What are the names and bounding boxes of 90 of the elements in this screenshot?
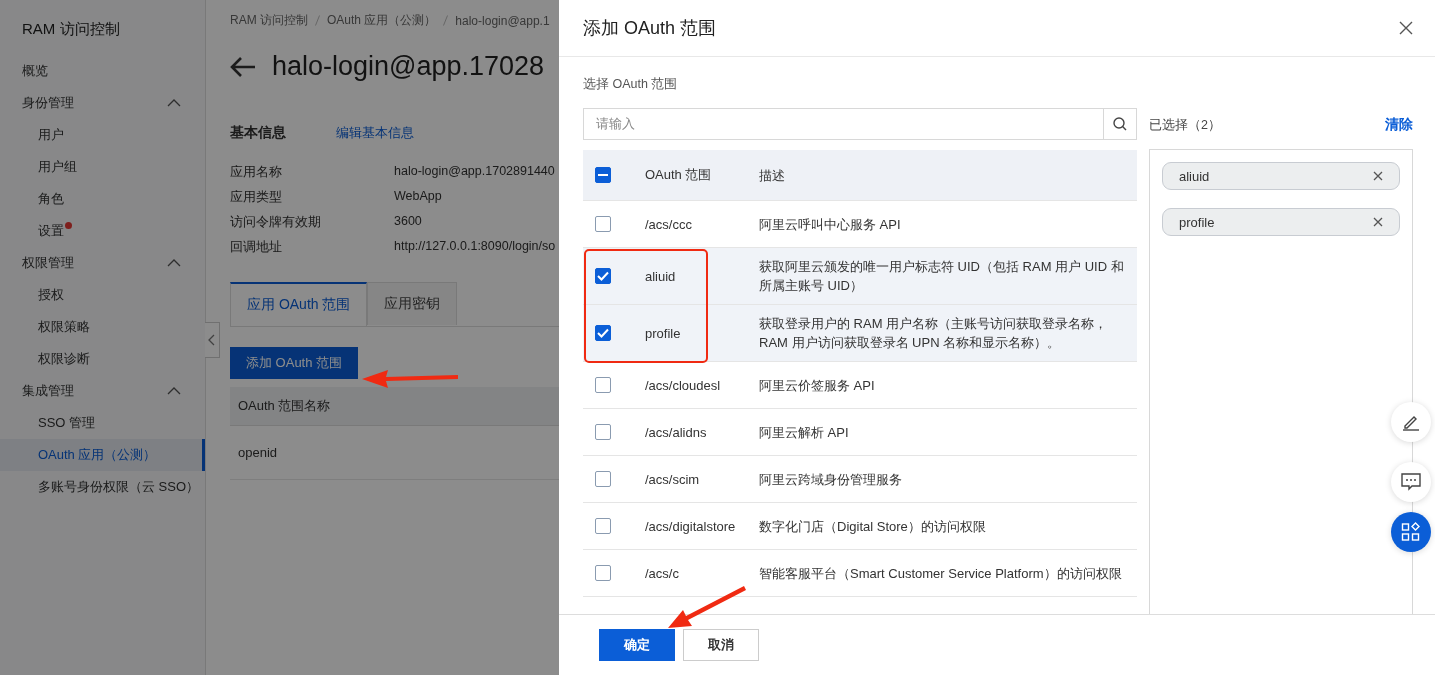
table-cell-text: 阿里云跨域身份管理服务 [759, 470, 903, 489]
section-label: 选择 OAuth 范围 [583, 76, 679, 93]
table-cell-text: 智能客服平台（Smart Customer Service Platform）的访问权限 [759, 564, 1123, 583]
sidebar-item[interactable]: 多账号身份权限（云 SSO） [0, 471, 205, 503]
table-cell-text: /acs/cloudesl [645, 377, 722, 393]
checkbox[interactable] [595, 325, 611, 341]
checkbox[interactable] [595, 471, 611, 487]
table-row[interactable]: /acs/alidns 阿里云解析 API [583, 409, 1137, 456]
chevron-icon [167, 259, 181, 267]
sidebar-item[interactable]: 授权 [0, 279, 205, 311]
field-label: 应用类型 [230, 189, 283, 206]
select-all-checkbox[interactable] [595, 167, 611, 183]
table-cell: openid [238, 445, 278, 460]
sidebar-item[interactable]: 权限策略 [0, 311, 205, 343]
back-arrow-icon[interactable] [230, 55, 256, 78]
table-cell-text: /acs/digitalstore [645, 518, 737, 534]
chat-bubble-icon [1401, 473, 1421, 491]
sidebar-group[interactable]: 集成管理 [0, 375, 205, 407]
add-scope-button[interactable]: 添加 OAuth 范围 [230, 347, 359, 379]
breadcrumb-item[interactable]: halo-login@app.1 [455, 13, 550, 28]
edit-link[interactable]: 编辑基本信息 [336, 124, 414, 142]
checkbox[interactable] [595, 216, 611, 232]
sidebar-item[interactable]: 角色 [0, 183, 205, 215]
sidebar-item[interactable]: 设置 [0, 215, 205, 247]
cancel-button[interactable]: 取消 [683, 629, 759, 661]
table-cell-text: 获取阿里云颁发的唯一用户标志符 UID（包括 RAM 用户 UID 和所属主账号 UID） [759, 258, 1125, 295]
remove-icon[interactable] [1373, 217, 1383, 227]
table-cell-text: /acs/ccc [645, 216, 693, 232]
chevron-icon [167, 387, 181, 395]
table-cell-text: 阿里云解析 API [759, 423, 850, 442]
table-row[interactable]: /acs/cloudesl 阿里云价签服务 API [583, 362, 1137, 409]
selected-count: 已选择（2） [1149, 116, 1221, 134]
confirm-button[interactable]: 确定 [599, 629, 675, 661]
search-button[interactable] [1103, 108, 1137, 140]
breadcrumb-item[interactable]: RAM 访问控制 [230, 12, 308, 29]
sidebar-group[interactable]: 身份管理 [0, 87, 205, 119]
remove-icon[interactable] [1373, 171, 1383, 181]
table-row[interactable]: profile 获取登录用户的 RAM 用户名称（主账号访问获取登录名称，RAM 用户访问获取登录名 UPN 名称和显示名称）。 [583, 305, 1137, 362]
sidebar-item[interactable]: 用户 [0, 119, 205, 151]
table-cell-text: 数字化门店（Digital Store）的访问权限 [759, 517, 987, 536]
tab[interactable]: 应用 OAuth 范围 [230, 282, 368, 326]
table-row[interactable]: /acs/digitalstore 数字化门店（Digital Store）的访问权限 [583, 503, 1137, 550]
grid-icon [1401, 522, 1421, 542]
sidebar-item[interactable]: 权限诊断 [0, 343, 205, 375]
table-row[interactable]: aliuid 获取阿里云颁发的唯一用户标志符 UID（包括 RAM 用户 UID 和所属主账号 UID） [583, 248, 1137, 305]
tag-label: aliuid [1179, 168, 1210, 184]
drawer-title: 添加 OAuth 范围 [583, 17, 717, 40]
field-value: http://127.0.0.1:8090/login/so [394, 239, 556, 255]
checkbox[interactable] [595, 268, 611, 284]
field-value: 3600 [394, 214, 423, 230]
table-cell-text: aliuid [645, 268, 677, 284]
tag-label: profile [1179, 214, 1215, 230]
breadcrumb-separator [443, 15, 449, 26]
table-cell-text: /acs/c [645, 565, 680, 581]
field-label: 访问令牌有效期 [230, 214, 322, 231]
table-cell-text: profile [645, 325, 682, 341]
collapse-handle[interactable] [205, 322, 220, 358]
table-cell-text: /acs/scim [645, 471, 701, 487]
table-row[interactable]: /acs/scim 阿里云跨域身份管理服务 [583, 456, 1137, 503]
breadcrumb-item[interactable]: OAuth 应用（公测） [327, 12, 437, 29]
close-icon[interactable] [1399, 21, 1413, 35]
field-label: 应用名称 [230, 164, 283, 181]
chevron-icon [167, 99, 181, 107]
checkbox[interactable] [595, 565, 611, 581]
checkbox[interactable] [595, 377, 611, 393]
sidebar-item[interactable]: 概览 [0, 55, 205, 87]
sidebar-title: RAM 访问控制 [21, 20, 121, 39]
sidebar-item[interactable]: SSO 管理 [0, 407, 205, 439]
checkbox[interactable] [595, 518, 611, 534]
column-header: OAuth 范围名称 [238, 397, 331, 415]
search-field[interactable]: 请输入 [583, 108, 1103, 140]
tab[interactable]: 应用密钥 [367, 282, 458, 325]
column-header: OAuth 范围 [645, 166, 713, 184]
section-title: 基本信息 [230, 124, 286, 142]
checkbox[interactable] [595, 424, 611, 440]
column-header: 描述 [759, 166, 786, 185]
sidebar-item[interactable]: 用户组 [0, 151, 205, 183]
breadcrumb-separator [315, 15, 320, 26]
sidebar-group[interactable]: 权限管理 [0, 247, 205, 279]
page-title: halo-login@app.17028 [272, 51, 545, 82]
table-cell-text: /acs/alidns [645, 424, 708, 440]
field-value: WebApp [394, 189, 443, 205]
table-cell-text: 阿里云呼叫中心服务 API [759, 215, 902, 234]
clear-link[interactable]: 清除 [1385, 116, 1413, 134]
table-cell-text: 获取登录用户的 RAM 用户名称（主账号访问获取登录名称，RAM 用户访问获取登录名 UPN 名称和显示名称）。 [759, 315, 1109, 352]
field-label: 回调地址 [230, 239, 283, 256]
search-icon [1113, 117, 1127, 131]
sidebar-item[interactable]: OAuth 应用（公测） [0, 439, 205, 471]
field-value: halo-login@app.1702891440 [394, 164, 556, 180]
table-cell-text: 阿里云价签服务 API [759, 376, 876, 395]
